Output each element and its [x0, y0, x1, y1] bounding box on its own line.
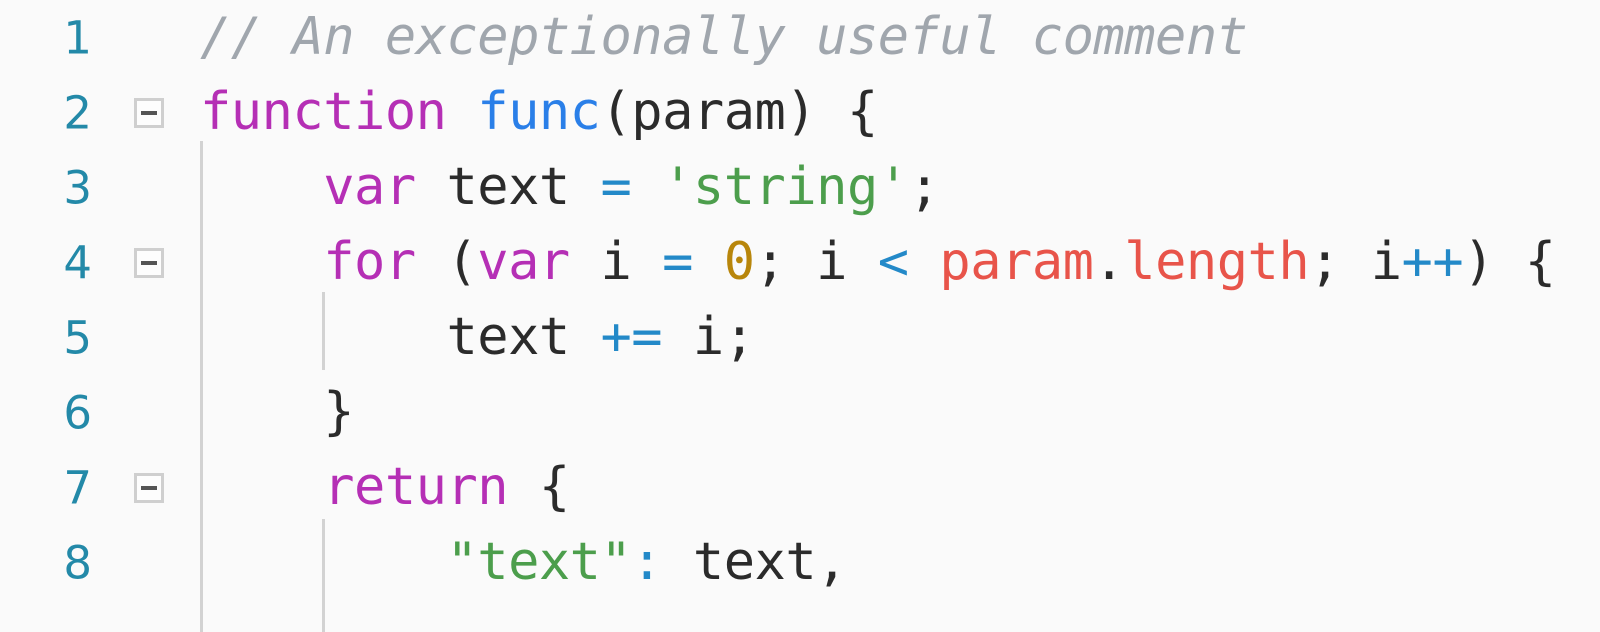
gutter-row: 4: [0, 225, 200, 300]
gutter-row: 8: [0, 525, 200, 600]
code-token-plain: ) {: [1463, 232, 1556, 292]
line-number: 8: [63, 536, 92, 589]
code-token-operator: <: [877, 232, 909, 292]
code-token-plain: i: [569, 232, 663, 292]
code-line[interactable]: }: [200, 375, 354, 450]
gutter-row: 1: [0, 0, 200, 75]
code-token-keyword: for: [323, 232, 416, 292]
code-token-property: length: [1124, 232, 1310, 292]
code-token-keyword: var: [477, 232, 570, 292]
line-number: 3: [63, 161, 92, 214]
code-line[interactable]: // An exceptionally useful comment: [200, 0, 1248, 75]
code-token-plain: {: [508, 457, 570, 517]
code-line[interactable]: function func(param) {: [200, 75, 878, 150]
code-token-plain: ; i: [754, 232, 878, 292]
code-token-plain: }: [200, 382, 355, 442]
code-token-string: "text": [446, 532, 632, 592]
gutter-row: 2: [0, 75, 200, 150]
code-token-comment: // An exceptionally useful comment: [200, 7, 1248, 67]
line-number: 5: [63, 311, 92, 364]
line-number: 7: [63, 461, 92, 514]
editor-gutter[interactable]: 1 2 3 4 5 6 7 8: [0, 0, 200, 632]
code-token-plain: text,: [662, 532, 848, 592]
code-token-operator: ++: [1401, 232, 1464, 292]
code-token-plain: .: [1093, 232, 1125, 292]
code-token-number: 0: [723, 232, 755, 292]
line-number: 6: [63, 386, 92, 439]
code-token-plain: ; i: [1309, 232, 1402, 292]
code-token-keyword: function: [200, 82, 447, 142]
code-token-operator: =: [662, 232, 693, 292]
line-number: 4: [63, 236, 92, 289]
line-number: 1: [63, 11, 92, 64]
gutter-row: 7: [0, 450, 200, 525]
line-number: 2: [63, 86, 92, 139]
code-token-function: func: [477, 82, 601, 142]
fold-collapse-icon[interactable]: [134, 472, 164, 503]
code-editor[interactable]: 1 2 3 4 5 6 7 8 // An exceptionally useful comm…: [0, 0, 1600, 632]
code-token-plain: ;: [908, 157, 940, 217]
code-token-string: 'string': [662, 157, 909, 217]
code-line[interactable]: var text = 'string';: [200, 150, 940, 225]
gutter-row: 3: [0, 150, 200, 225]
code-line[interactable]: return {: [200, 450, 570, 525]
code-token-operator: :: [631, 532, 663, 592]
code-token-plain: text: [200, 307, 601, 367]
code-token-plain: i;: [662, 307, 755, 367]
code-token-plain: (: [415, 232, 478, 292]
fold-collapse-icon[interactable]: [134, 247, 164, 278]
code-token-keyword: var: [323, 157, 416, 217]
fold-collapse-icon[interactable]: [134, 97, 164, 128]
code-token-property: param: [939, 232, 1094, 292]
code-token-operator: +=: [600, 307, 663, 367]
code-content[interactable]: // An exceptionally useful comment functi…: [0, 0, 1600, 632]
code-token-plain: text: [415, 157, 601, 217]
code-line[interactable]: text += i;: [200, 300, 755, 375]
code-token-keyword: return: [323, 457, 509, 517]
code-line[interactable]: for (var i = 0; i < param.length; i++) {: [200, 225, 1556, 300]
gutter-row: 5: [0, 300, 200, 375]
gutter-row: 6: [0, 375, 200, 450]
code-line[interactable]: "text": text,: [200, 525, 847, 600]
code-token-operator: =: [600, 157, 632, 217]
code-token-plain: (param) {: [600, 82, 879, 142]
